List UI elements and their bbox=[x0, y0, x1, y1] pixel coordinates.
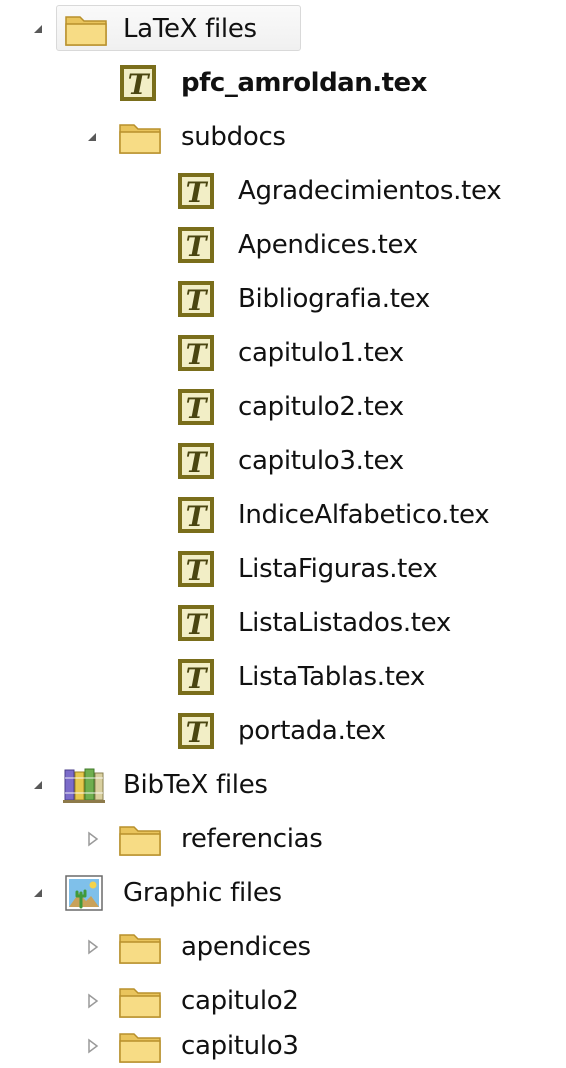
tree-node-label: capitulo3 bbox=[181, 1031, 299, 1061]
tree-node-label: subdocs bbox=[181, 122, 286, 152]
svg-text:T: T bbox=[186, 230, 209, 263]
svg-text:T: T bbox=[186, 176, 209, 209]
tree-node-tex-file[interactable]: T capitulo3.tex bbox=[0, 437, 566, 485]
tex-file-icon: T bbox=[178, 389, 214, 425]
tree-node-tex-file[interactable]: T ListaListados.tex bbox=[0, 599, 566, 647]
folder-icon bbox=[119, 124, 161, 154]
folder-icon bbox=[119, 934, 161, 964]
folder-icon bbox=[119, 988, 161, 1018]
tree-node-bibtex-files[interactable]: BibTeX files bbox=[0, 761, 566, 809]
tree-node-label: referencias bbox=[181, 824, 323, 854]
tree-node-tex-file[interactable]: T IndiceAlfabetico.tex bbox=[0, 491, 566, 539]
tex-file-icon: T bbox=[178, 173, 214, 209]
tex-file-icon: T bbox=[178, 281, 214, 317]
tree-node-label: capitulo3.tex bbox=[238, 446, 404, 476]
tree-node-label: capitulo1.tex bbox=[238, 338, 404, 368]
tree-node-subdocs[interactable]: subdocs bbox=[0, 113, 566, 161]
tex-file-icon: T bbox=[178, 713, 214, 749]
tree-node-referencias[interactable]: referencias bbox=[0, 815, 566, 863]
tree-node-label: pfc_amroldan.tex bbox=[181, 68, 427, 98]
tree-node-label: ListaTablas.tex bbox=[238, 662, 425, 692]
solution-tree: LaTeX files T pfc_amroldan.tex subdocs T… bbox=[0, 0, 566, 1068]
svg-text:T: T bbox=[186, 500, 209, 533]
svg-text:T: T bbox=[186, 716, 209, 749]
expanded-arrow-icon[interactable] bbox=[30, 885, 46, 901]
expanded-arrow-icon[interactable] bbox=[30, 21, 46, 37]
tree-node-tex-file[interactable]: T capitulo1.tex bbox=[0, 329, 566, 377]
tree-node-graphic-files[interactable]: Graphic files bbox=[0, 869, 566, 917]
tree-node-tex-file[interactable]: T Apendices.tex bbox=[0, 221, 566, 269]
tree-node-label: Agradecimientos.tex bbox=[238, 176, 502, 206]
tree-node-tex-file[interactable]: T portada.tex bbox=[0, 707, 566, 755]
tex-file-icon: T bbox=[178, 497, 214, 533]
tree-node-apendices[interactable]: apendices bbox=[0, 923, 566, 971]
tex-file-icon: T bbox=[120, 65, 156, 101]
image-icon bbox=[65, 875, 103, 911]
tree-node-tex-file[interactable]: T ListaTablas.tex bbox=[0, 653, 566, 701]
collapsed-arrow-icon[interactable] bbox=[84, 939, 100, 955]
tex-file-icon: T bbox=[178, 443, 214, 479]
tree-node-tex-file[interactable]: T Bibliografia.tex bbox=[0, 275, 566, 323]
tree-node-tex-file[interactable]: T capitulo2.tex bbox=[0, 383, 566, 431]
tree-node-latex-files[interactable]: LaTeX files bbox=[0, 5, 566, 53]
tree-node-label: Graphic files bbox=[123, 878, 282, 908]
expanded-arrow-icon[interactable] bbox=[30, 777, 46, 793]
tex-file-icon: T bbox=[178, 659, 214, 695]
svg-text:T: T bbox=[186, 608, 209, 641]
tree-node-label: Bibliografia.tex bbox=[238, 284, 430, 314]
tex-file-icon: T bbox=[178, 551, 214, 587]
tree-node-root-tex-file[interactable]: T pfc_amroldan.tex bbox=[0, 59, 566, 107]
tree-node-label: BibTeX files bbox=[123, 770, 268, 800]
tex-file-icon: T bbox=[178, 605, 214, 641]
svg-text:T: T bbox=[186, 392, 209, 425]
svg-text:T: T bbox=[186, 554, 209, 587]
folder-icon bbox=[65, 16, 107, 46]
tree-node-label: ListaFiguras.tex bbox=[238, 554, 438, 584]
tex-file-icon: T bbox=[178, 227, 214, 263]
tree-node-label: apendices bbox=[181, 932, 311, 962]
folder-icon bbox=[119, 1033, 161, 1063]
svg-text:T: T bbox=[186, 446, 209, 479]
svg-text:T: T bbox=[186, 662, 209, 695]
collapsed-arrow-icon[interactable] bbox=[84, 831, 100, 847]
tree-node-capitulo3[interactable]: capitulo3 bbox=[0, 1025, 566, 1067]
folder-icon bbox=[119, 826, 161, 856]
tree-node-label: Apendices.tex bbox=[238, 230, 418, 260]
books-icon bbox=[63, 768, 105, 803]
expanded-arrow-icon[interactable] bbox=[84, 129, 100, 145]
collapsed-arrow-icon[interactable] bbox=[84, 993, 100, 1009]
svg-text:T: T bbox=[186, 338, 209, 371]
tree-node-label: capitulo2.tex bbox=[238, 392, 404, 422]
tree-node-label: LaTeX files bbox=[123, 14, 257, 44]
tree-node-label: IndiceAlfabetico.tex bbox=[238, 500, 490, 530]
tree-node-label: ListaListados.tex bbox=[238, 608, 452, 638]
tex-file-icon: T bbox=[178, 335, 214, 371]
svg-text:T: T bbox=[186, 284, 209, 317]
tree-node-tex-file[interactable]: T Agradecimientos.tex bbox=[0, 167, 566, 215]
tree-node-capitulo2[interactable]: capitulo2 bbox=[0, 977, 566, 1025]
tree-node-label: portada.tex bbox=[238, 716, 386, 746]
svg-text:T: T bbox=[128, 68, 151, 101]
tree-node-tex-file[interactable]: T ListaFiguras.tex bbox=[0, 545, 566, 593]
tree-node-label: capitulo2 bbox=[181, 986, 299, 1016]
collapsed-arrow-icon[interactable] bbox=[84, 1038, 100, 1054]
